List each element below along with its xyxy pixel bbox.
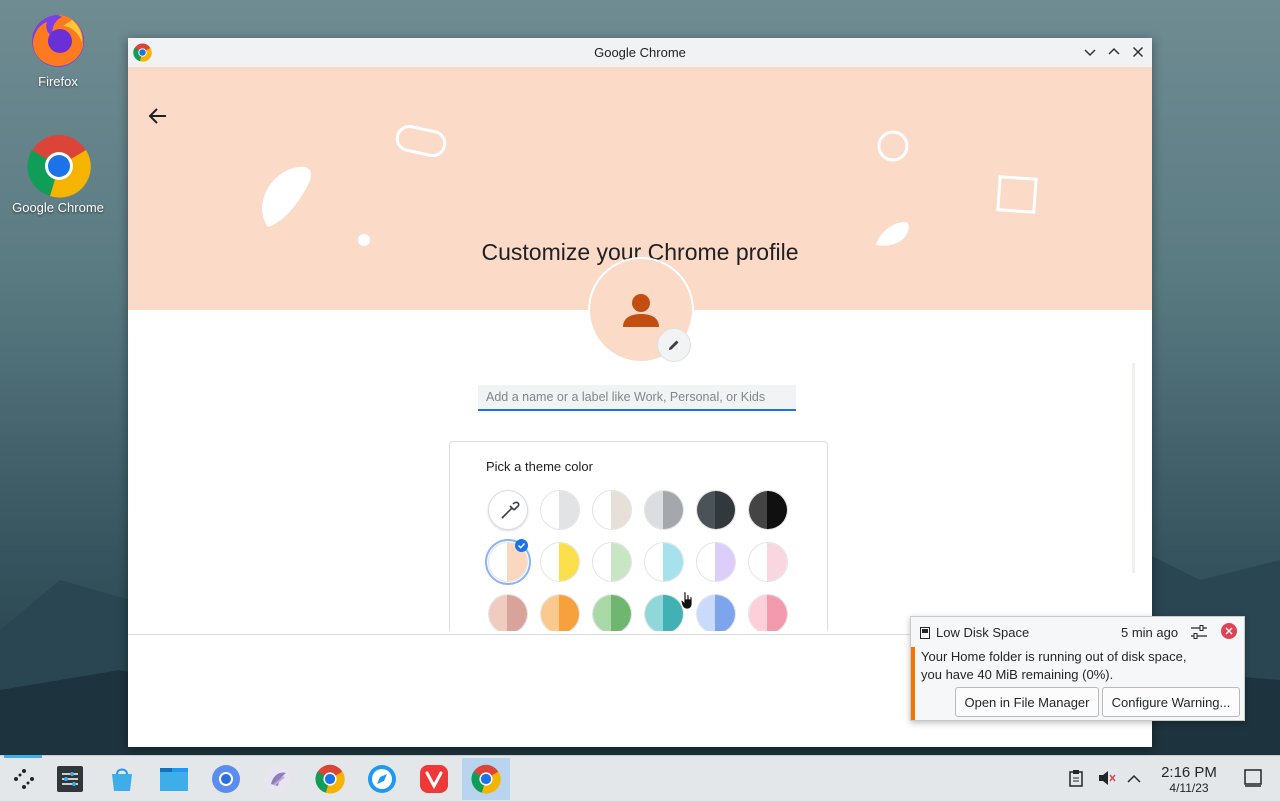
tray-expand-button[interactable] <box>1127 771 1141 789</box>
notification-body: Your Home folder is running out of disk … <box>921 648 1231 684</box>
configure-warning-button[interactable]: Configure Warning... <box>1102 687 1240 717</box>
theme-color-swatch[interactable] <box>644 542 684 582</box>
sliders-icon <box>1191 625 1207 639</box>
chromium-icon <box>212 765 240 793</box>
notification-close-button[interactable] <box>1221 623 1237 639</box>
minimize-button[interactable] <box>1081 43 1099 61</box>
taskbar-google-chrome[interactable] <box>306 758 354 800</box>
theme-color-swatch[interactable] <box>696 594 736 631</box>
low-disk-space-notification: Low Disk Space 5 min ago Your Home folde… <box>910 616 1245 721</box>
maximize-icon <box>1108 47 1120 55</box>
notification-time: 5 min ago <box>1121 625 1179 640</box>
taskbar-discover[interactable] <box>98 758 146 800</box>
mouse-cursor-icon <box>680 591 693 610</box>
window-titlebar[interactable]: Google Chrome <box>128 38 1152 68</box>
theme-color-swatch[interactable] <box>644 490 684 530</box>
profile-name-input[interactable] <box>478 385 796 411</box>
theme-picker-label: Pick a theme color <box>486 459 593 474</box>
theme-color-swatch[interactable] <box>592 542 632 582</box>
desktop-icon-label: Firefox <box>38 74 78 89</box>
taskbar-system-settings[interactable] <box>46 758 94 800</box>
desktop-icon-firefox[interactable]: Firefox <box>8 8 108 89</box>
app-launcher-button[interactable] <box>0 758 48 800</box>
theme-color-swatch[interactable] <box>644 594 684 631</box>
notification-accent-bar <box>911 647 915 720</box>
custom-color-swatch[interactable] <box>488 490 528 530</box>
eyedropper-icon <box>501 501 520 519</box>
theme-color-swatch[interactable] <box>540 490 580 530</box>
safari-like-icon <box>368 765 396 793</box>
minimize-icon <box>1084 49 1096 57</box>
kde-app-icon <box>265 766 291 792</box>
chevron-up-icon <box>1127 774 1141 783</box>
taskbar-web-browser[interactable] <box>358 758 406 800</box>
file-manager-icon <box>160 768 188 791</box>
notification-title: Low Disk Space <box>936 625 1030 640</box>
theme-color-swatch[interactable] <box>748 542 788 582</box>
app-launcher-icon <box>14 769 34 789</box>
taskbar: 2:16 PM 4/11/23 <box>0 755 1280 801</box>
open-in-file-manager-button[interactable]: Open in File Manager <box>955 687 1099 717</box>
volume-muted-icon <box>1099 771 1116 785</box>
notification-body-line: Your Home folder is running out of disk … <box>921 649 1187 664</box>
clock-time: 2:16 PM <box>1161 764 1217 781</box>
chrome-active-icon <box>471 764 501 794</box>
vivaldi-icon <box>420 765 448 793</box>
chrome-icon <box>315 764 345 794</box>
firefox-icon <box>27 8 89 70</box>
theme-color-swatch[interactable] <box>696 542 736 582</box>
edit-avatar-button[interactable] <box>657 328 691 362</box>
taskbar-chromium[interactable] <box>202 758 250 800</box>
taskbar-google-chrome-active[interactable] <box>462 758 510 800</box>
theme-color-picker: Pick a theme color <box>449 441 828 631</box>
close-button[interactable] <box>1129 43 1147 61</box>
clock-date: 4/11/23 <box>1169 781 1209 795</box>
chrome-icon <box>27 134 91 198</box>
clipboard-tray-button[interactable] <box>1068 769 1084 792</box>
desktop-icon-label: Google Chrome <box>12 200 104 215</box>
theme-color-swatch[interactable] <box>592 594 632 631</box>
desktop-icon-google-chrome[interactable]: Google Chrome <box>8 134 108 215</box>
theme-color-swatch[interactable] <box>488 594 528 631</box>
taskbar-kde-app[interactable] <box>254 758 302 800</box>
scrollbar[interactable] <box>1132 363 1135 573</box>
back-button[interactable] <box>148 107 176 131</box>
discover-icon <box>112 768 132 791</box>
theme-color-swatch[interactable] <box>592 490 632 530</box>
close-icon <box>1132 46 1144 58</box>
theme-color-swatch[interactable] <box>748 490 788 530</box>
clipboard-icon <box>1069 770 1083 787</box>
theme-color-swatch[interactable] <box>696 490 736 530</box>
taskbar-vivaldi[interactable] <box>410 758 458 800</box>
taskbar-file-manager[interactable] <box>150 758 198 800</box>
back-arrow-icon <box>148 108 166 124</box>
maximize-button[interactable] <box>1105 43 1123 61</box>
theme-color-swatch[interactable] <box>540 542 580 582</box>
close-icon <box>1225 627 1233 635</box>
pencil-icon <box>669 340 679 350</box>
volume-tray-button[interactable] <box>1097 769 1117 792</box>
disk-icon <box>920 627 930 639</box>
theme-color-swatch[interactable] <box>748 594 788 631</box>
show-desktop-button[interactable] <box>1244 769 1262 792</box>
notification-body-line: you have 40 MiB remaining (0%). <box>921 667 1114 682</box>
window-title: Google Chrome <box>594 45 686 60</box>
notification-settings-button[interactable] <box>1190 623 1210 641</box>
selected-check-icon <box>515 539 528 552</box>
system-settings-icon <box>57 766 83 792</box>
theme-color-swatch[interactable] <box>540 594 580 631</box>
show-desktop-icon <box>1244 769 1262 787</box>
